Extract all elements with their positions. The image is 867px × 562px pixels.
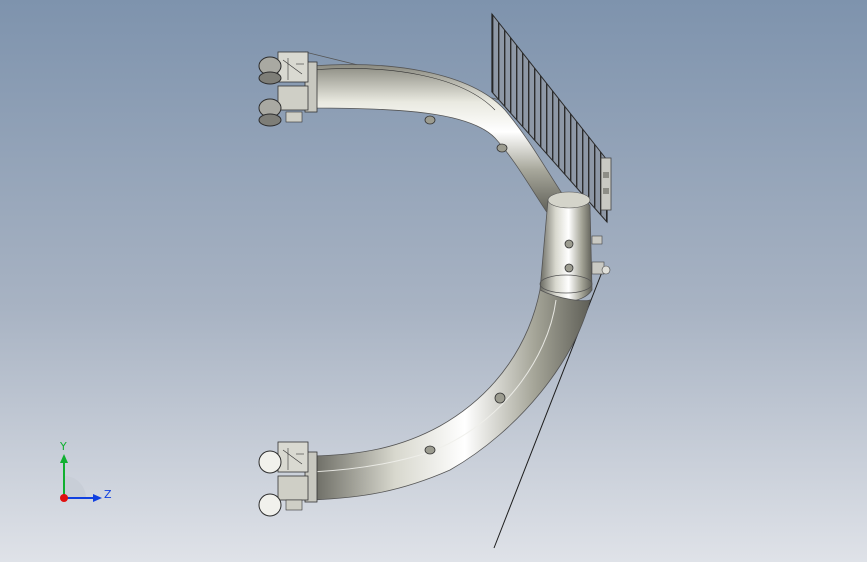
z-axis-label: Z: [104, 488, 112, 501]
upper-end-cluster[interactable]: [258, 51, 318, 127]
model-canvas[interactable]: [0, 0, 867, 562]
lower-tube-arm[interactable]: [311, 289, 591, 501]
lower-end-cluster[interactable]: [258, 441, 318, 517]
z-axis-arrow: [93, 494, 102, 502]
coordinate-triad: Y Z: [44, 436, 124, 516]
y-axis-label: Y: [59, 440, 67, 453]
cad-viewport[interactable]: Y Z: [0, 0, 867, 562]
y-axis-arrow: [60, 454, 68, 463]
triad-origin: [60, 494, 68, 502]
